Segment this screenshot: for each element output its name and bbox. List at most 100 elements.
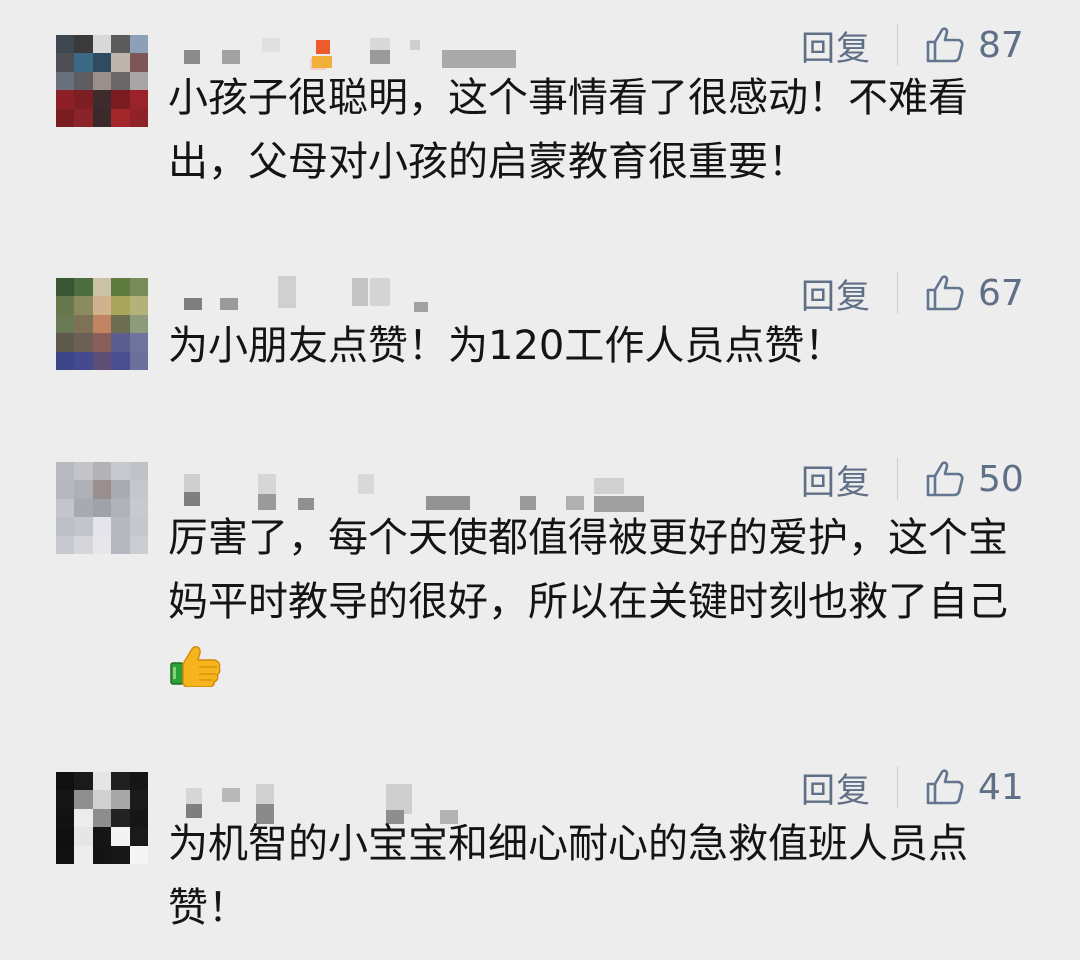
- avatar-mosaic-cell: [56, 517, 75, 536]
- divider: [897, 24, 898, 66]
- avatar-mosaic-cell: [129, 108, 148, 127]
- like-button[interactable]: 67: [924, 273, 1028, 314]
- reply-button[interactable]: 回复: [801, 269, 871, 318]
- avatar-mosaic-cell: [111, 333, 130, 352]
- comment-item: 回复 50 厉害了，每个天使都值得被更好的爱护，这个宝妈平时教导的很好，所以在关…: [0, 448, 1080, 718]
- avatar-mosaic-cell: [92, 53, 112, 72]
- avatar-mosaic-cell: [56, 498, 75, 518]
- avatar-mosaic-cell: [92, 808, 112, 828]
- avatar-mosaic-cell: [111, 71, 130, 91]
- avatar-mosaic-cell: [92, 296, 112, 315]
- thumb-up-icon: [926, 27, 964, 63]
- reply-button[interactable]: 回复: [801, 763, 871, 812]
- avatar-mosaic-cell: [74, 351, 93, 370]
- avatar-mosaic-cell: [56, 296, 75, 315]
- reply-button[interactable]: 回复: [801, 21, 871, 70]
- comment-text-body: 厉害了，每个天使都值得被更好的爱护，这个宝妈平时教导的很好，所以在关键时刻也救了…: [168, 515, 1008, 625]
- avatar-mosaic-cell: [92, 480, 112, 499]
- avatar-mosaic-cell: [74, 333, 93, 352]
- avatar-mosaic-cell: [74, 296, 93, 315]
- avatar-mosaic-cell: [129, 517, 148, 536]
- avatar[interactable]: [56, 772, 148, 864]
- avatar-mosaic-cell: [92, 845, 112, 864]
- avatar-mosaic-cell: [56, 351, 75, 370]
- avatar-mosaic-cell: [74, 90, 93, 109]
- avatar-mosaic-cell: [92, 462, 112, 481]
- avatar-mosaic-cell: [56, 462, 75, 481]
- avatar-mosaic-cell: [111, 35, 130, 54]
- avatar-mosaic-cell: [129, 333, 148, 352]
- avatar-mosaic-cell: [111, 53, 130, 72]
- like-button[interactable]: 87: [924, 25, 1028, 66]
- avatar-mosaic-cell: [56, 108, 75, 127]
- avatar-mosaic-cell: [74, 314, 93, 334]
- avatar-mosaic-cell: [129, 314, 148, 334]
- avatar-mosaic-cell: [111, 314, 130, 334]
- comment-text: 厉害了，每个天使都值得被更好的爱护，这个宝妈平时教导的很好，所以在关键时刻也救了…: [168, 506, 1018, 698]
- avatar-mosaic-cell: [129, 535, 148, 554]
- avatar-mosaic-cell: [56, 535, 75, 554]
- avatar-mosaic-cell: [129, 808, 148, 828]
- avatar-mosaic-cell: [74, 462, 93, 481]
- like-button[interactable]: 50: [924, 459, 1028, 500]
- avatar-mosaic-cell: [129, 351, 148, 370]
- like-count: 41: [978, 766, 1024, 808]
- avatar-mosaic-cell: [129, 53, 148, 72]
- comment-actions: 回复 50: [801, 455, 1028, 504]
- avatar-mosaic-cell: [92, 827, 112, 846]
- avatar-mosaic-cell: [56, 53, 75, 72]
- avatar-mosaic-cell: [74, 790, 93, 809]
- comment-actions: 回复 67: [801, 269, 1028, 318]
- avatar-mosaic-cell: [92, 71, 112, 91]
- avatar-mosaic-cell: [74, 498, 93, 518]
- divider: [897, 272, 898, 314]
- comment-text: 为机智的小宝宝和细心耐心的急救值班人员点赞！: [168, 821, 968, 931]
- avatar-mosaic-cell: [129, 845, 148, 864]
- comment-item: 回复 67 为小朋友点赞！为120工作人员点赞！: [0, 258, 1080, 408]
- avatar-mosaic-cell: [74, 517, 93, 536]
- avatar-mosaic-cell: [129, 35, 148, 54]
- comment-text: 小孩子很聪明，这个事情看了很感动！不难看出，父母对小孩的启蒙教育很重要！: [168, 75, 968, 185]
- avatar-mosaic-cell: [129, 498, 148, 518]
- avatar-mosaic-cell: [111, 296, 130, 315]
- avatar-mosaic-cell: [74, 480, 93, 499]
- avatar[interactable]: [56, 35, 148, 127]
- avatar-mosaic-cell: [56, 314, 75, 334]
- comment-text: 为小朋友点赞！为120工作人员点赞！: [168, 323, 845, 369]
- avatar-mosaic-cell: [74, 278, 93, 297]
- avatar-mosaic-cell: [92, 333, 112, 352]
- avatar-mosaic-cell: [56, 790, 75, 809]
- avatar-mosaic-cell: [92, 278, 112, 297]
- avatar-mosaic-cell: [92, 351, 112, 370]
- avatar-mosaic-cell: [56, 35, 75, 54]
- avatar-mosaic-cell: [111, 498, 130, 518]
- thumb-up-icon: [926, 769, 964, 805]
- reply-button[interactable]: 回复: [801, 455, 871, 504]
- avatar-mosaic-cell: [129, 71, 148, 91]
- comment-actions: 回复 87: [801, 21, 1028, 70]
- like-button[interactable]: 41: [924, 767, 1028, 808]
- avatar-mosaic-cell: [129, 827, 148, 846]
- avatar-mosaic-cell: [56, 772, 75, 791]
- avatar-mosaic-cell: [56, 71, 75, 91]
- avatar-mosaic-cell: [111, 480, 130, 499]
- divider: [897, 766, 898, 808]
- avatar-mosaic-cell: [111, 462, 130, 481]
- like-count: 67: [978, 272, 1024, 314]
- avatar-mosaic-cell: [56, 333, 75, 352]
- avatar-mosaic-cell: [111, 772, 130, 791]
- avatar[interactable]: [56, 278, 148, 370]
- avatar-mosaic-cell: [129, 278, 148, 297]
- avatar-mosaic-cell: [111, 790, 130, 809]
- avatar-mosaic-cell: [129, 772, 148, 791]
- avatar-mosaic-cell: [111, 278, 130, 297]
- avatar[interactable]: [56, 462, 148, 554]
- comment-actions: 回复 41: [801, 763, 1028, 812]
- avatar-mosaic-cell: [92, 535, 112, 554]
- avatar-mosaic-cell: [92, 517, 112, 536]
- avatar-mosaic-cell: [74, 808, 93, 828]
- avatar-mosaic-cell: [111, 108, 130, 127]
- thumb-up-icon: [926, 461, 964, 497]
- avatar-mosaic-cell: [92, 314, 112, 334]
- avatar-mosaic-cell: [92, 498, 112, 518]
